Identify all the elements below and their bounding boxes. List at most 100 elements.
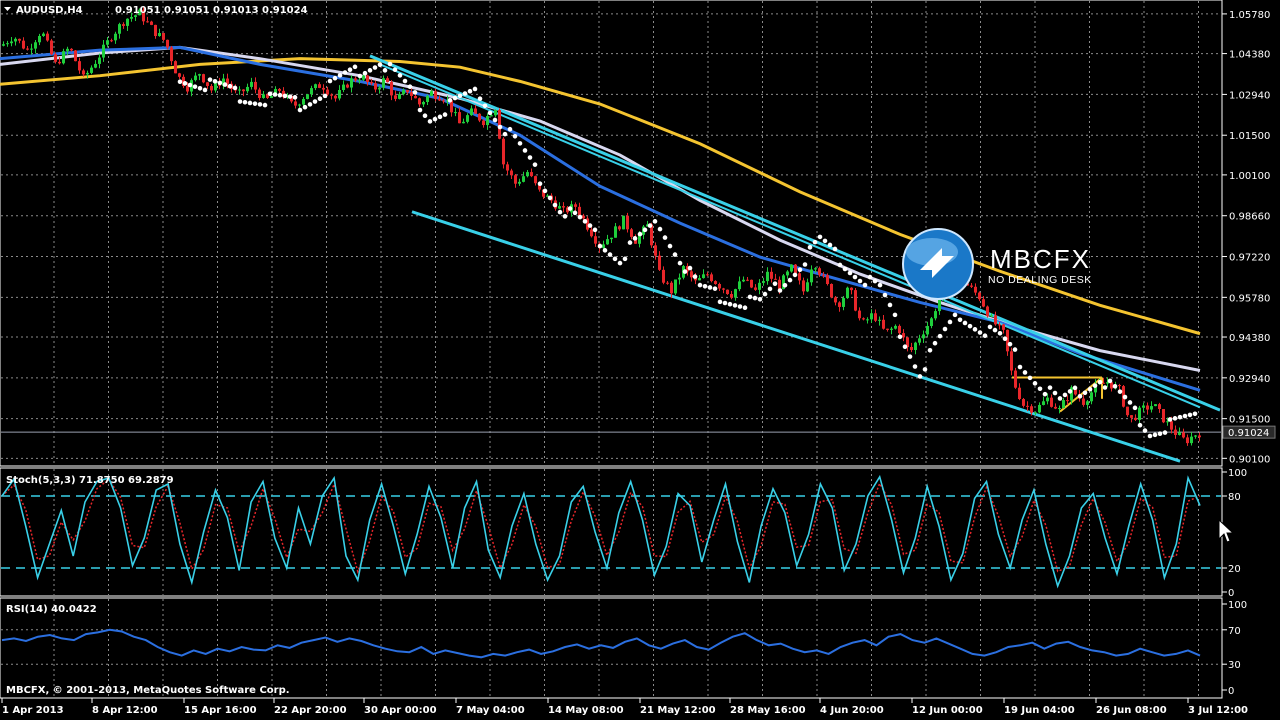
sar-dot bbox=[752, 295, 758, 301]
candle-bear bbox=[822, 274, 825, 276]
candle-bear bbox=[366, 75, 369, 83]
candle-bear bbox=[318, 84, 321, 88]
candle-bear bbox=[1010, 351, 1013, 371]
candle-bull bbox=[30, 48, 33, 50]
sar-dot bbox=[987, 324, 993, 330]
sar-dot bbox=[902, 344, 908, 350]
sar-dot bbox=[1067, 389, 1073, 394]
sar-dot bbox=[507, 126, 513, 132]
candle-bear bbox=[874, 313, 877, 321]
candle-bear bbox=[670, 282, 673, 294]
sar-dot bbox=[1182, 413, 1188, 419]
sar-dot bbox=[1057, 396, 1063, 401]
candle-bear bbox=[714, 281, 717, 284]
date-tick-label: 28 May 16:00 bbox=[730, 705, 806, 716]
sar-dot bbox=[832, 246, 838, 252]
candle-bear bbox=[754, 287, 757, 290]
candle-bear bbox=[294, 101, 297, 106]
candle-bull bbox=[10, 41, 13, 44]
symbol-header: AUDUSD,H4 bbox=[16, 5, 83, 16]
sar-dot bbox=[577, 214, 583, 220]
sar-dot bbox=[627, 240, 633, 245]
sar-dot bbox=[442, 112, 448, 117]
sar-dot bbox=[262, 102, 268, 108]
sar-dot bbox=[822, 238, 828, 244]
candle-bear bbox=[18, 38, 21, 41]
sar-dot bbox=[837, 262, 843, 268]
sar-dot bbox=[342, 70, 348, 75]
sar-dot bbox=[427, 119, 433, 124]
candle-bull bbox=[522, 176, 525, 182]
candle-bull bbox=[518, 181, 521, 184]
sar-dot bbox=[927, 347, 933, 353]
candle-bull bbox=[738, 281, 741, 290]
stochastic-tick-label: 80 bbox=[1228, 492, 1241, 503]
sar-dot bbox=[997, 330, 1003, 336]
candle-bull bbox=[378, 87, 381, 90]
date-tick-label: 7 May 04:00 bbox=[456, 705, 525, 716]
sar-dot bbox=[277, 92, 283, 98]
sar-dot bbox=[537, 181, 543, 187]
sar-dot bbox=[527, 155, 533, 160]
price-tick-label: 1.05780 bbox=[1229, 10, 1270, 21]
sar-dot bbox=[202, 87, 208, 93]
candle-bull bbox=[430, 91, 433, 96]
candle-bear bbox=[170, 47, 173, 62]
candle-bear bbox=[1006, 329, 1009, 352]
candle-bull bbox=[1178, 432, 1181, 435]
sar-dot bbox=[1022, 370, 1028, 375]
candle-bull bbox=[894, 325, 897, 329]
candle-bull bbox=[362, 75, 365, 80]
sar-dot bbox=[477, 96, 483, 101]
candle-bull bbox=[614, 226, 617, 238]
candle-bull bbox=[214, 82, 217, 91]
stochastic-label: Stoch(5,3,3) 71.8750 69.2879 bbox=[6, 475, 174, 486]
candle-bull bbox=[158, 33, 161, 37]
sar-dot bbox=[1082, 390, 1088, 396]
candle-bull bbox=[762, 281, 765, 283]
candle-bear bbox=[970, 285, 973, 287]
sar-dot bbox=[947, 319, 953, 325]
candle-bear bbox=[1026, 405, 1029, 407]
candle-bear bbox=[202, 74, 205, 83]
sar-dot bbox=[177, 79, 183, 84]
candle-bear bbox=[22, 40, 25, 49]
sar-dot bbox=[412, 90, 418, 95]
sar-dot bbox=[867, 274, 873, 280]
sar-dot bbox=[267, 91, 273, 97]
candle-bear bbox=[514, 175, 517, 184]
sar-dot bbox=[622, 256, 628, 262]
sar-dot bbox=[417, 107, 423, 113]
candle-bull bbox=[742, 279, 745, 282]
date-tick-label: 1 Apr 2013 bbox=[2, 705, 64, 716]
candle-bear bbox=[510, 170, 513, 176]
sar-dot bbox=[602, 248, 608, 253]
sar-dot bbox=[557, 209, 563, 215]
copyright-text: MBCFX, © 2001-2013, MetaQuotes Software … bbox=[6, 685, 290, 696]
rsi-tick-label: 100 bbox=[1228, 600, 1247, 611]
price-tick-label: 1.02940 bbox=[1229, 90, 1270, 101]
sar-dot bbox=[1012, 347, 1018, 352]
candle-bear bbox=[146, 21, 149, 23]
sar-dot bbox=[787, 277, 793, 283]
candle-bear bbox=[1018, 387, 1021, 400]
header-value: 0.91013 bbox=[213, 5, 259, 16]
candle-bear bbox=[978, 292, 981, 300]
candle-bull bbox=[6, 43, 9, 45]
candle-bull bbox=[878, 319, 881, 321]
candle-bull bbox=[98, 57, 101, 64]
sar-dot bbox=[1087, 386, 1093, 392]
sar-dot bbox=[312, 99, 318, 104]
sar-dot bbox=[1027, 375, 1033, 381]
sar-dot bbox=[792, 272, 798, 278]
candle-bull bbox=[990, 315, 993, 317]
candle-bear bbox=[826, 275, 829, 284]
candle-bear bbox=[690, 271, 693, 278]
sar-dot bbox=[332, 75, 338, 81]
candle-bear bbox=[478, 113, 481, 121]
stochastic-tick-label: 100 bbox=[1228, 468, 1247, 479]
candle-bear bbox=[854, 290, 857, 311]
sar-dot bbox=[297, 107, 303, 113]
candle-bull bbox=[790, 264, 793, 272]
sar-dot bbox=[737, 304, 743, 309]
